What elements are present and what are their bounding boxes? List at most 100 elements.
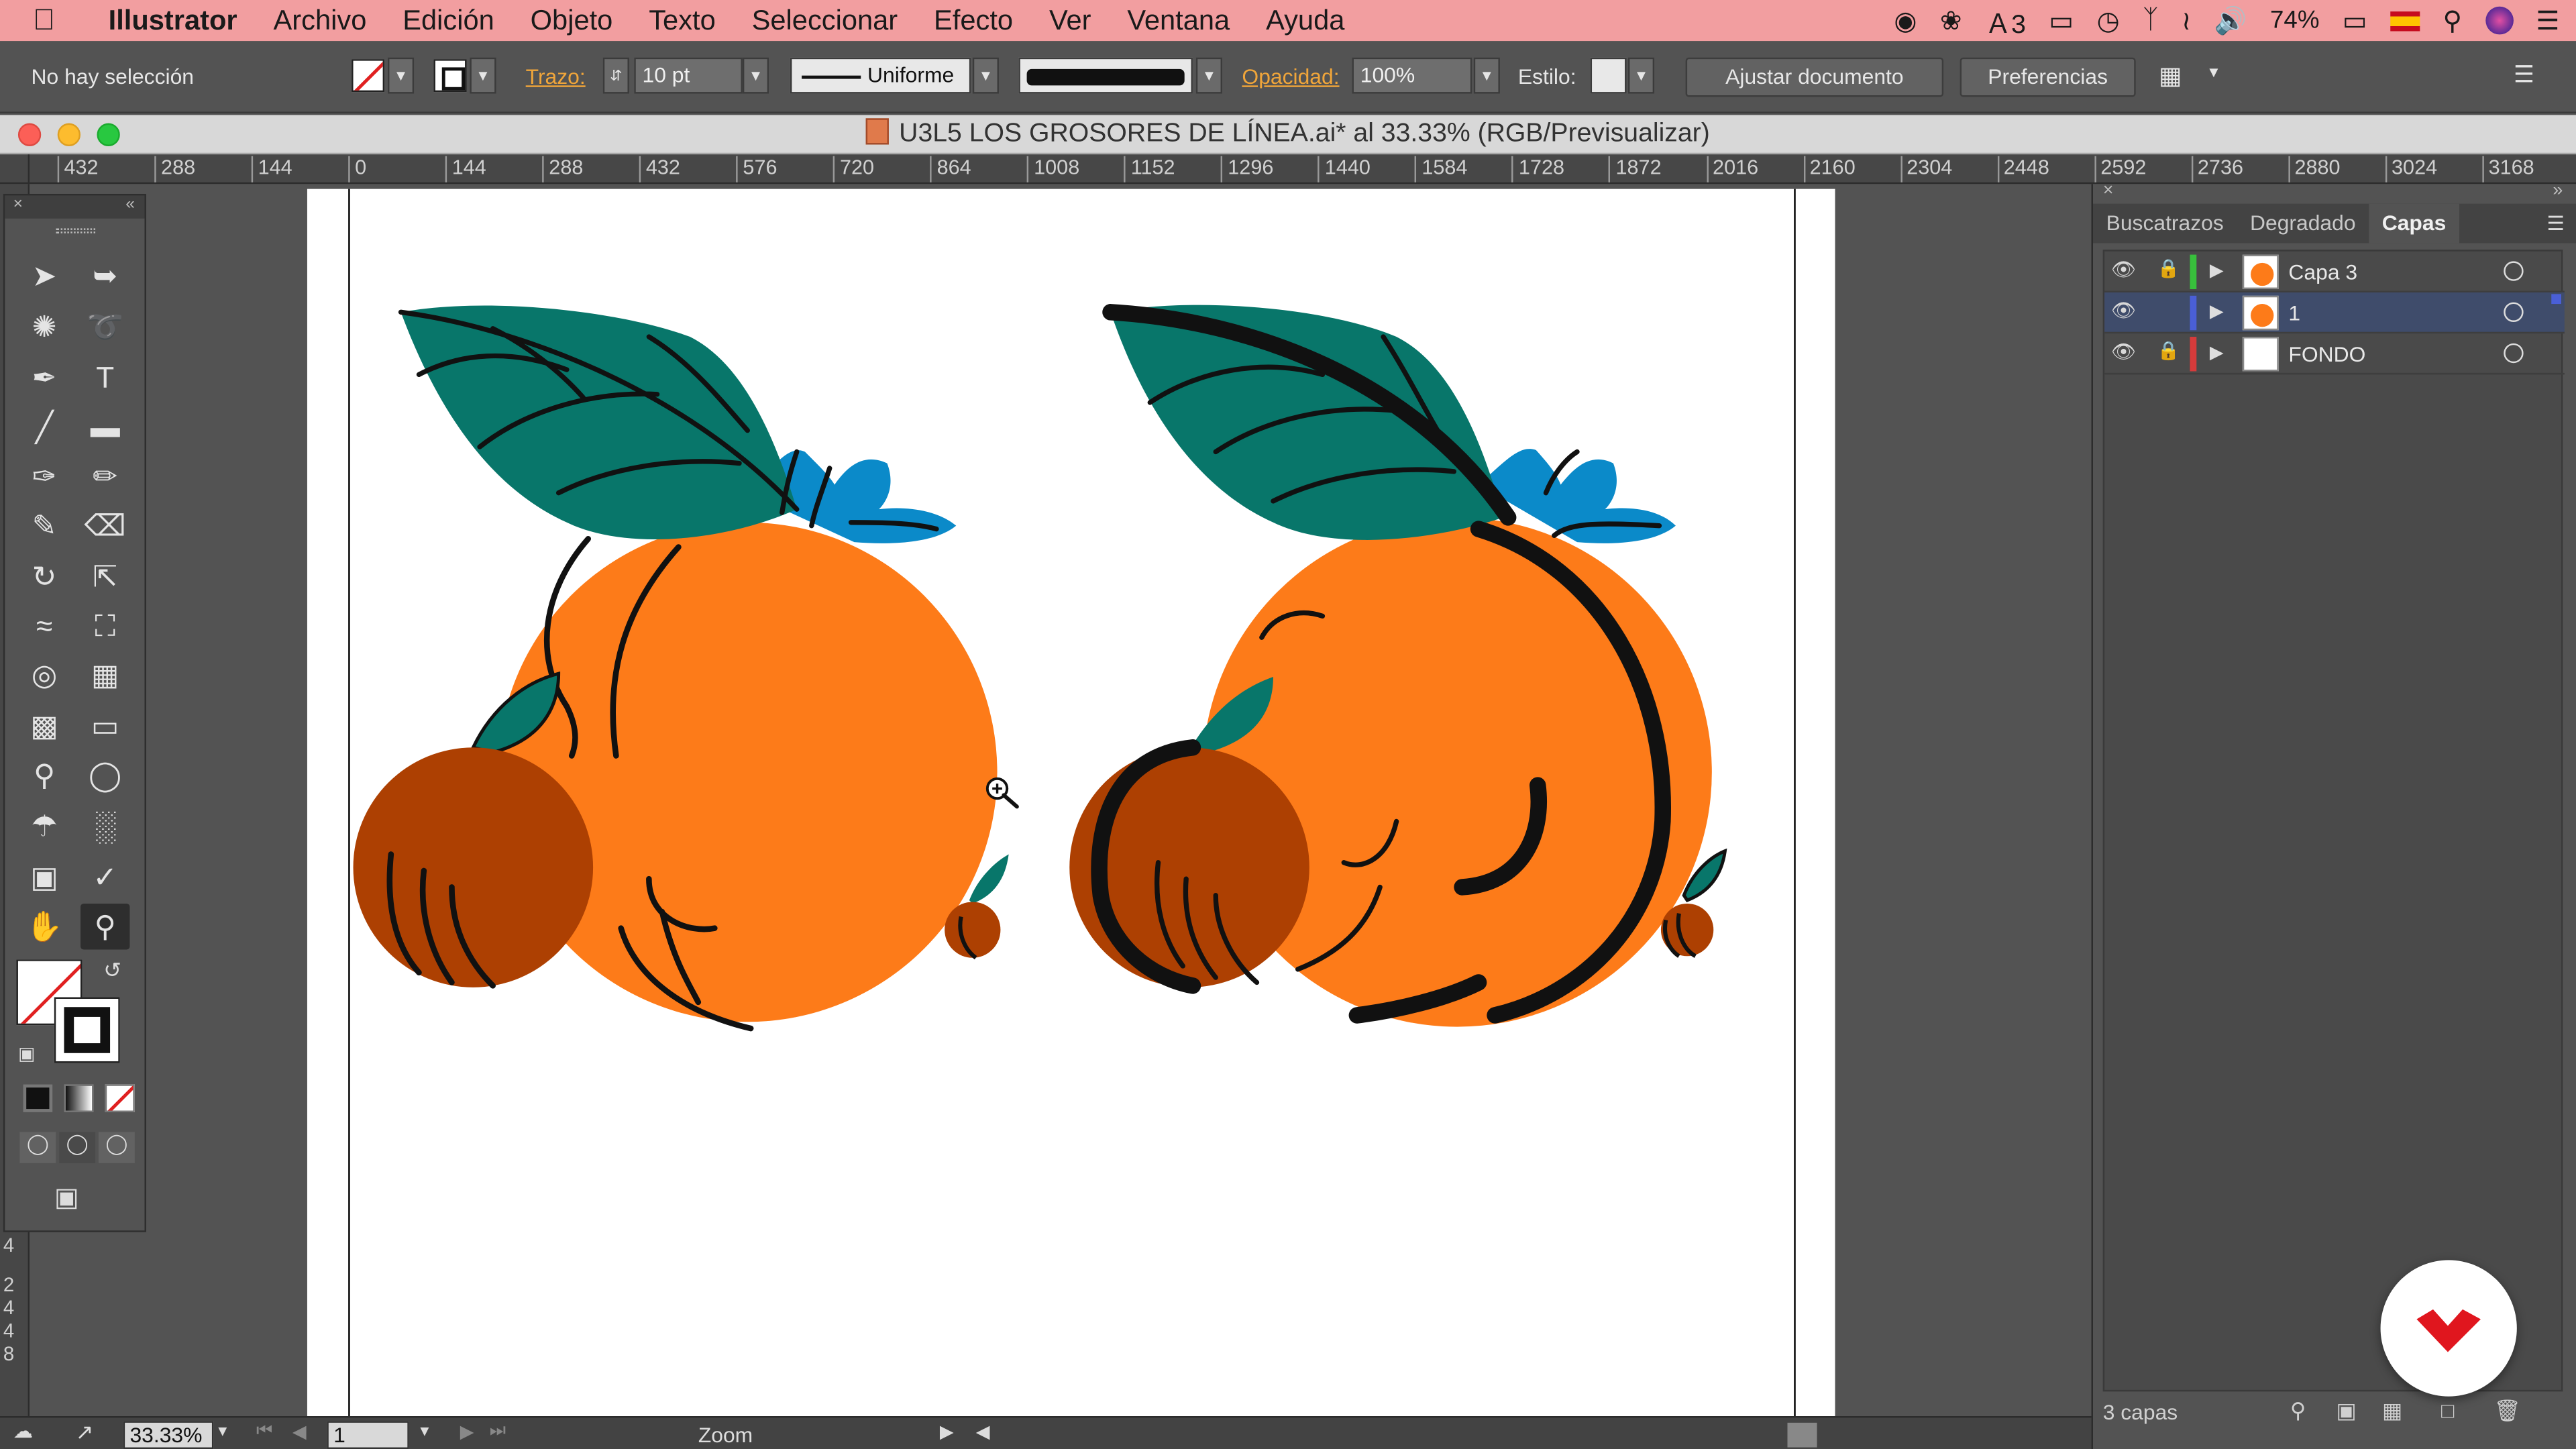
profile-dropdown-icon[interactable]: ▼: [972, 57, 999, 94]
lock-icon[interactable]: 🔒: [2157, 340, 2180, 361]
visibility-eye-icon[interactable]: 👁: [2111, 340, 2136, 363]
creative-cloud-icon[interactable]: ❀: [1940, 4, 1962, 37]
stroke-profile-select[interactable]: Uniforme: [790, 57, 971, 94]
adobe-fonts-icon[interactable]: Ａ3: [1985, 1, 2026, 40]
expand-triangle-icon[interactable]: ▶: [2210, 260, 2224, 280]
mesh-tool-icon[interactable]: ▩: [19, 703, 68, 749]
horizontal-ruler[interactable]: 432 288 144 0 144 288 432 576 720 864 1008 1152 1296…: [30, 154, 2576, 184]
layer-target-icon[interactable]: [2504, 302, 2524, 323]
visibility-eye-icon[interactable]: 👁: [2111, 258, 2136, 280]
scale-tool-icon[interactable]: ⇱: [80, 553, 129, 600]
panel-menu-icon[interactable]: ☰: [2514, 61, 2534, 89]
stroke-stepper-icon[interactable]: ⇵: [602, 57, 629, 94]
menu-ventana[interactable]: Ventana: [1109, 4, 1248, 37]
expand-triangle-icon[interactable]: ▶: [2210, 341, 2224, 363]
layer-target-icon[interactable]: [2504, 261, 2524, 281]
menu-archivo[interactable]: Archivo: [256, 4, 385, 37]
eyedropper-tool-icon[interactable]: ⚲: [19, 753, 68, 799]
color-mode-icon[interactable]: [23, 1084, 53, 1112]
artboard-tool-icon[interactable]: ▣: [19, 854, 68, 900]
menu-app-name[interactable]: Illustrator: [82, 4, 255, 37]
rotate-tool-icon[interactable]: ↻: [19, 553, 68, 600]
left-orange-illustration[interactable]: [353, 305, 1009, 1032]
line-tool-icon[interactable]: ╱: [19, 404, 68, 450]
clipping-mask-icon[interactable]: ▣: [2336, 1398, 2356, 1424]
horizontal-scroll-thumb[interactable]: [1787, 1422, 1817, 1448]
draw-normal-icon[interactable]: ◯: [19, 1132, 56, 1163]
lasso-tool-icon[interactable]: ➰: [80, 304, 129, 350]
layer-row[interactable]: 👁 🔒 ▶ Capa 3: [2104, 252, 2565, 292]
share-icon[interactable]: ↗: [76, 1419, 94, 1446]
style-swatch[interactable]: [1590, 57, 1627, 94]
gradient-tool-icon[interactable]: ▭: [80, 703, 129, 749]
draw-behind-icon[interactable]: ◯: [59, 1132, 96, 1163]
zoom-level-field[interactable]: 33.33%: [123, 1421, 214, 1449]
menu-ver[interactable]: Ver: [1031, 4, 1109, 37]
airplay-icon[interactable]: ▭: [2049, 4, 2074, 37]
artwork[interactable]: [30, 184, 2090, 1416]
stroke-label-link[interactable]: Trazo:: [526, 64, 586, 89]
opacity-dropdown-icon[interactable]: ▼: [1473, 57, 1500, 94]
next-artboard-icon[interactable]: ▶: [460, 1421, 474, 1442]
swap-fill-stroke-icon[interactable]: ↺: [103, 958, 121, 984]
menu-texto[interactable]: Texto: [631, 4, 733, 37]
last-artboard-icon[interactable]: ⏭: [490, 1421, 506, 1442]
first-artboard-icon[interactable]: ⏮: [256, 1421, 272, 1442]
stroke-weight-dropdown-icon[interactable]: ▼: [742, 57, 769, 94]
fill-swatch-none[interactable]: [352, 59, 385, 93]
layer-name[interactable]: 1: [2288, 301, 2300, 325]
stroke-color-black[interactable]: [54, 997, 120, 1063]
arrange-icon[interactable]: ▦: [2159, 61, 2182, 91]
left-tiny-orange[interactable]: [945, 902, 1001, 958]
canvas-area[interactable]: [30, 184, 2090, 1417]
perspective-grid-tool-icon[interactable]: ▦: [80, 652, 129, 698]
wifi-icon[interactable]: ≀: [2182, 4, 2192, 37]
blend-tool-icon[interactable]: ◯: [80, 753, 129, 799]
zoom-tool-icon[interactable]: ⚲: [80, 903, 130, 950]
pen-tool-icon[interactable]: ✒: [19, 355, 68, 401]
slice-tool-icon[interactable]: ✓: [80, 854, 129, 900]
status-menu-arrow-icon[interactable]: ▶: [940, 1421, 954, 1442]
brush-definition-select[interactable]: [1018, 57, 1193, 94]
symbol-sprayer-tool-icon[interactable]: ☂: [19, 804, 68, 850]
menu-ayuda[interactable]: Ayuda: [1248, 4, 1362, 37]
shaper-tool-icon[interactable]: ✎: [19, 502, 68, 549]
pencil-tool-icon[interactable]: ✏: [80, 453, 129, 500]
delete-layer-icon[interactable]: 🗑: [2494, 1398, 2521, 1424]
layer-row[interactable]: 👁 🔒 ▶ FONDO: [2104, 333, 2565, 375]
stroke-dropdown-icon[interactable]: ▼: [470, 57, 496, 94]
layer-name[interactable]: Capa 3: [2288, 260, 2357, 284]
tab-degradado[interactable]: Degradado: [2237, 204, 2369, 244]
zoom-dropdown-icon[interactable]: ▼: [215, 1423, 230, 1439]
menu-efecto[interactable]: Efecto: [916, 4, 1031, 37]
artboard-number-field[interactable]: 1: [327, 1421, 409, 1449]
tab-capas[interactable]: Capas: [2369, 203, 2459, 244]
right-orange-illustration[interactable]: [1069, 304, 1727, 1027]
right-green-leaf[interactable]: [1110, 305, 1503, 540]
status-cc-icon[interactable]: ☁: [13, 1419, 33, 1442]
close-panel-icon[interactable]: ×: [2103, 180, 2114, 200]
draw-inside-icon[interactable]: ◯: [98, 1132, 135, 1163]
default-colors-icon[interactable]: ▣: [18, 1043, 35, 1065]
list-icon[interactable]: ☰: [2536, 4, 2559, 37]
close-tools-icon[interactable]: ×: [13, 195, 23, 213]
screen-mode-icon[interactable]: ▣: [54, 1181, 79, 1214]
stroke-swatch[interactable]: [433, 59, 467, 93]
new-layer-icon[interactable]: □: [2441, 1398, 2454, 1423]
rectangle-tool-icon[interactable]: ▬: [80, 404, 129, 450]
brush-dropdown-icon[interactable]: ▼: [1195, 57, 1223, 94]
column-graph-tool-icon[interactable]: ░: [80, 804, 129, 850]
eraser-tool-icon[interactable]: ⌫: [80, 502, 129, 549]
paintbrush-tool-icon[interactable]: ✑: [19, 453, 68, 500]
free-transform-tool-icon[interactable]: ⛶: [80, 603, 129, 649]
lock-icon[interactable]: 🔒: [2157, 258, 2180, 279]
selection-tool-icon[interactable]: ➤: [19, 253, 68, 299]
preferences-button[interactable]: Preferencias: [1960, 57, 2136, 97]
scroll-left-icon[interactable]: ◀: [976, 1421, 990, 1442]
gradient-mode-icon[interactable]: [64, 1084, 94, 1112]
battery-percent[interactable]: 74%: [2270, 7, 2320, 35]
opacity-field[interactable]: 100%: [1352, 57, 1472, 94]
width-tool-icon[interactable]: ≈: [19, 603, 68, 649]
shape-builder-tool-icon[interactable]: ◎: [19, 652, 68, 698]
style-dropdown-icon[interactable]: ▼: [1627, 57, 1655, 94]
